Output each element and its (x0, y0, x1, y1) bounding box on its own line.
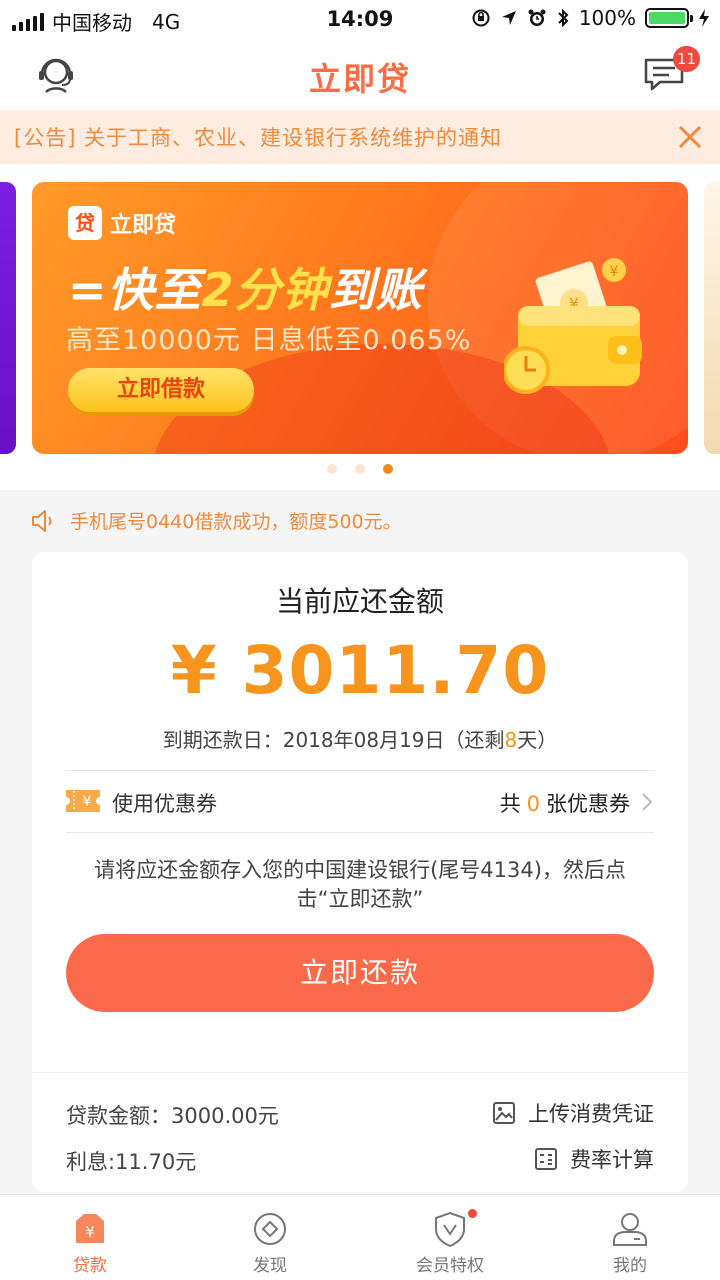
upload-receipt-button[interactable]: 上传消费凭证 (492, 1098, 654, 1128)
battery-icon (645, 8, 693, 28)
status-right: 100% (471, 6, 710, 30)
charging-icon (699, 9, 709, 27)
carousel-dot[interactable] (355, 464, 365, 474)
status-bar: 中国移动 4G 14:09 100% (0, 0, 720, 38)
interest-amount: 利息:11.70元 (66, 1150, 197, 1174)
headline-highlight: 2分钟 (201, 263, 329, 317)
nav-bar: 立即贷 11 (0, 38, 720, 110)
due-date-suffix: 天） (517, 728, 558, 752)
coupon-count-number: 0 (526, 792, 540, 816)
bluetooth-icon (558, 8, 569, 28)
amount-due-value: ¥ 3011.70 (170, 632, 550, 709)
banner-headline: =快至2分钟到账 (68, 254, 423, 320)
coupon-row[interactable]: ¥ 使用优惠券 共 0 张优惠券 (66, 770, 654, 832)
coupon-count: 共 0 张优惠券 (500, 788, 630, 818)
banner-prev-peek[interactable] (0, 182, 16, 454)
loan-icon: ¥ (76, 1214, 104, 1243)
svg-text:¥: ¥ (85, 1223, 95, 1241)
upload-receipt-label: 上传消费凭证 (528, 1102, 654, 1126)
banner-carousel[interactable]: 贷 立即贷 =快至2分钟到账 高至10000元 日息低至0.065% 立即借款 … (0, 164, 720, 490)
chevron-right-icon (642, 793, 653, 811)
tab-discover-label: 发现 (253, 1256, 287, 1276)
days-left: 8 (504, 728, 518, 752)
repayment-card: 当前应还金额 ¥ 3011.70 到期还款日：2018年08月19日（还剩8天）… (32, 552, 688, 1192)
promo-banner[interactable]: 贷 立即贷 =快至2分钟到账 高至10000元 日息低至0.065% 立即借款 … (32, 182, 688, 454)
notice-bar[interactable]: [公告] 关于工商、农业、建设银行系统维护的通知 (0, 110, 720, 164)
rate-calculator-label: 费率计算 (570, 1148, 654, 1172)
carousel-dot-active[interactable] (383, 464, 393, 474)
rate-calculator-button[interactable]: 费率计算 (534, 1144, 654, 1174)
tab-member-label: 会员特权 (416, 1256, 484, 1276)
discover-icon (254, 1213, 286, 1245)
loan-amount: 贷款金额：3000.00元 (66, 1104, 279, 1128)
close-icon[interactable] (676, 123, 704, 151)
carousel-dots (0, 464, 720, 474)
banner-subline: 高至10000元 日息低至0.065% (66, 325, 472, 356)
battery-percent: 100% (578, 6, 636, 30)
repay-now-button[interactable]: 立即还款 (66, 934, 654, 1012)
banner-next-peek[interactable] (704, 182, 720, 454)
app-logo-icon: 贷 (68, 206, 102, 240)
svg-text:¥: ¥ (610, 264, 619, 280)
notice-text[interactable]: [公告] 关于工商、农业、建设银行系统维护的通知 (14, 122, 502, 152)
headline-post: 到账 (328, 263, 423, 317)
carousel-dot[interactable] (327, 464, 337, 474)
lock-rotation-icon (472, 9, 490, 27)
tab-profile-label: 我的 (613, 1256, 647, 1276)
banner-logo: 贷 立即贷 (68, 206, 176, 240)
tab-loan-label: 贷款 (73, 1256, 107, 1276)
tab-member[interactable]: 会员特权 (360, 1195, 540, 1280)
divider (32, 1072, 688, 1073)
member-icon (435, 1211, 465, 1248)
tab-bar: ¥ 贷款 发现 会员特权 我的 (0, 1194, 720, 1280)
coupon-icon-glyph: ¥ (83, 794, 92, 810)
amount-due-title: 当前应还金额 (275, 585, 444, 618)
use-coupon-label: 使用优惠券 (112, 792, 217, 816)
coupon-count-suffix: 张优惠券 (546, 792, 630, 816)
tab-discover[interactable]: 发现 (180, 1195, 360, 1280)
banner-logo-text: 立即贷 (110, 213, 177, 238)
wallet-illustration-icon: ¥ ¥ (504, 258, 642, 394)
speaker-icon (32, 509, 52, 532)
borrow-now-button[interactable]: 立即借款 (68, 368, 254, 412)
tab-profile[interactable]: 我的 (540, 1195, 720, 1280)
coupon-icon: ¥ (66, 790, 100, 812)
due-date-prefix: 到期还款日：2018年08月19日（还剩 (162, 728, 505, 752)
image-upload-icon (493, 1102, 515, 1124)
broadcast-text: 手机尾号0440借款成功，额度500元。 (70, 511, 402, 533)
location-icon (501, 11, 516, 25)
due-date: 到期还款日：2018年08月19日（还剩8天） (32, 724, 688, 753)
page-title: 立即贷 (308, 60, 411, 98)
messages-button[interactable]: 11 (642, 46, 700, 94)
coupon-count-prefix: 共 (499, 792, 521, 816)
alarm-icon (528, 9, 546, 26)
message-count-badge: 11 (672, 46, 700, 72)
profile-icon (613, 1213, 647, 1246)
repayment-instruction: 请将应还金额存入您的中国建设银行(尾号4134)，然后点击“立即还款” (94, 858, 626, 911)
tab-loan[interactable]: ¥ 贷款 (0, 1195, 180, 1280)
calculator-icon (535, 1148, 557, 1170)
headline-pre: =快至 (68, 263, 202, 317)
divider (66, 832, 654, 833)
notification-dot (468, 1209, 477, 1218)
loan-broadcast: 手机尾号0440借款成功，额度500元。 (30, 507, 402, 534)
